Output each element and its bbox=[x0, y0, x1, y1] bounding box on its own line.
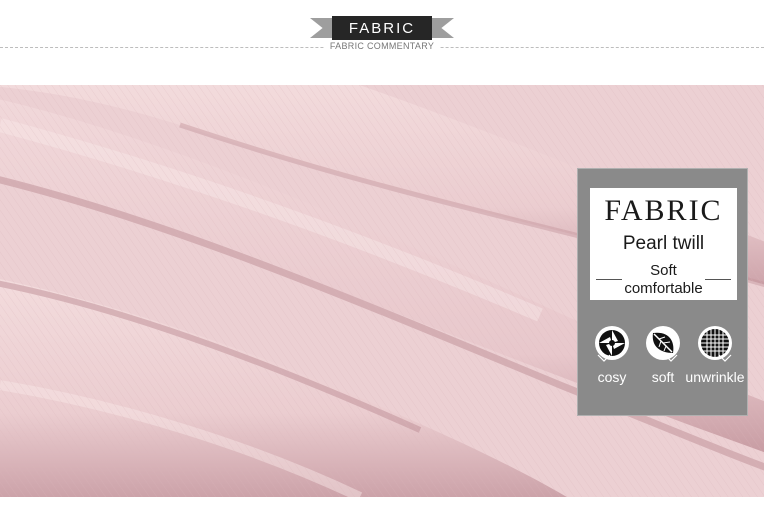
material-name: Pearl twill bbox=[622, 233, 705, 254]
divider-right bbox=[705, 279, 731, 280]
mesh-grid-icon bbox=[698, 326, 732, 362]
banner-subtitle: FABRIC COMMENTARY bbox=[323, 41, 441, 51]
feature-text: Soft comfortable bbox=[590, 262, 737, 298]
title-ribbon: FABRIC bbox=[310, 16, 454, 40]
feature-line-1: Soft bbox=[650, 262, 677, 279]
card-title: FABRIC bbox=[604, 194, 723, 227]
section-header: FABRIC FABRIC COMMENTARY bbox=[0, 0, 764, 84]
feature-soft: soft bbox=[633, 323, 693, 385]
leaf-icon bbox=[646, 326, 680, 362]
fabric-info-card: FABRIC Pearl twill Soft comfortable cosy bbox=[577, 168, 748, 416]
feature-label-unwrinkle: unwrinkle bbox=[685, 369, 745, 385]
bottom-margin bbox=[0, 497, 764, 513]
divider-left bbox=[596, 279, 622, 280]
feature-label-soft: soft bbox=[651, 369, 675, 385]
feature-line-2: comfortable bbox=[624, 280, 703, 297]
banner-title: FABRIC bbox=[332, 16, 432, 40]
aperture-icon bbox=[595, 326, 629, 362]
feature-unwrinkle: unwrinkle bbox=[685, 323, 745, 385]
feature-icons: cosy soft unwrinkle bbox=[578, 323, 749, 403]
info-panel: FABRIC Pearl twill Soft comfortable bbox=[590, 188, 737, 300]
